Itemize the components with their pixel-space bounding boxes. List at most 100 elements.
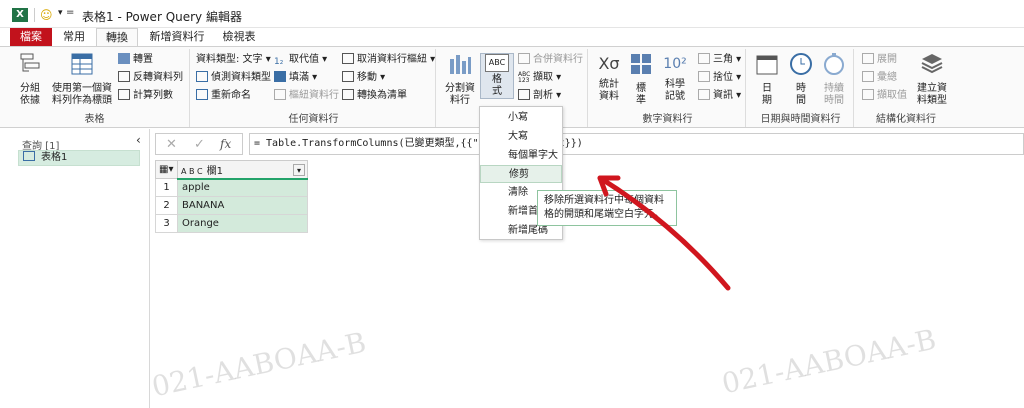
pivot-column-button[interactable]: 樞紐資料行 (274, 89, 339, 103)
merge-columns-button[interactable]: 合併資料行 (518, 53, 583, 67)
info-label: 資訊 (713, 90, 733, 101)
query-item-label: 表格1 (41, 152, 68, 163)
date-button[interactable]: 日 期 (752, 51, 782, 107)
transpose-button[interactable]: 轉置 (118, 53, 153, 67)
customize-toolbar-icon[interactable]: = (66, 7, 74, 18)
row-number: 3 (155, 214, 178, 233)
pivot-label: 樞紐資料行 (289, 90, 339, 101)
extract-values-button[interactable]: 擷取值 (862, 89, 907, 103)
create-data-type-label: 建立資 料類型 (917, 83, 947, 106)
menu-item-trim[interactable]: 修剪 (480, 165, 562, 183)
formula-bar: ✕ ✓ fx = Table.TransformColumns(已變更類型,{{… (155, 133, 1024, 155)
any-column-group-label: 任何資料行 (288, 114, 339, 125)
split-column-button[interactable]: 分割資 料行 (442, 51, 478, 107)
menu-item-capitalize[interactable]: 每個單字大寫 (480, 147, 562, 179)
confirm-icon[interactable]: ✓ (194, 137, 205, 152)
convert-list-icon (342, 89, 354, 100)
standard-button[interactable]: 標 準 (626, 51, 656, 107)
duration-button[interactable]: 持續 時間 (818, 51, 850, 107)
column-header[interactable]: A B C 欄1 ▾ (177, 160, 308, 180)
smiley-feedback-icon[interactable]: ☺ (40, 8, 53, 22)
window-title: 表格1 - Power Query 編輯器 (82, 10, 242, 24)
expand-button[interactable]: 展開 (862, 53, 897, 67)
convert-to-list-button[interactable]: 轉換為清單 (342, 89, 407, 103)
parse-label: 剖析 (533, 90, 553, 101)
split-column-label: 分割資 料行 (445, 83, 475, 106)
parse-button[interactable]: 剖析 ▾ (518, 89, 561, 103)
group-by-button[interactable]: 分組 依據 (14, 51, 46, 107)
scientific-button[interactable]: 10² 科學 記號 (658, 51, 692, 103)
watermark-left: 021-AABOAA-B (148, 325, 369, 404)
table-menu-icon[interactable]: ▦▾ (155, 160, 178, 179)
cancel-icon[interactable]: ✕ (166, 137, 177, 152)
rename-button[interactable]: 重新命名 (196, 89, 251, 103)
text-type-icon[interactable]: A B C (181, 167, 203, 176)
trig-button[interactable]: 三角 ▾ (698, 53, 741, 67)
tab-add-column[interactable]: 新增資料行 (146, 28, 208, 46)
row-number: 1 (155, 178, 178, 197)
expand-label: 展開 (877, 54, 897, 65)
filter-dropdown-icon[interactable]: ▾ (293, 163, 305, 176)
formula-input[interactable]: = Table.TransformColumns(已變更類型,{{"欄1", t}… (249, 133, 1024, 155)
split-column-icon (450, 55, 471, 74)
unpivot-button[interactable]: 取消資料行樞紐 ▾ (342, 53, 435, 67)
calendar-icon (756, 55, 778, 75)
table-row[interactable]: 1 apple (155, 178, 308, 197)
reverse-rows-label: 反轉資料列 (133, 72, 183, 83)
tab-transform[interactable]: 轉換 (96, 28, 138, 46)
format-label: 格 式 (492, 74, 502, 97)
detect-type-label: 偵測資料類型 (211, 72, 271, 83)
merge-columns-icon (518, 53, 530, 64)
extract-button[interactable]: ABC 123 擷取 ▾ (518, 71, 561, 85)
table-row[interactable]: 2 BANANA (155, 196, 308, 215)
pivot-icon (274, 89, 286, 100)
info-button[interactable]: 資訊 ▾ (698, 89, 741, 103)
cell[interactable]: BANANA (177, 196, 308, 215)
table-header-icon (71, 53, 93, 75)
transpose-label: 轉置 (133, 54, 153, 65)
queries-pane: 查詢 [1] ‹ 表格1 (0, 129, 150, 408)
table-row[interactable]: 3 Orange (155, 214, 308, 233)
time-button[interactable]: 時 間 (786, 51, 816, 107)
detect-type-icon (196, 71, 208, 82)
data-type-dropdown[interactable]: 資料類型: 文字 ▾ (196, 53, 271, 67)
unpivot-icon (342, 53, 354, 64)
structured-group-label: 結構化資料行 (876, 114, 936, 125)
rounding-button[interactable]: 捨位 ▾ (698, 71, 741, 85)
annotation-arrow-icon (597, 175, 731, 291)
use-first-row-button[interactable]: 使用第一個資 料列作為標頭 (50, 51, 114, 107)
count-rows-icon (118, 89, 130, 100)
sigma-icon: Χσ (598, 54, 620, 73)
formula-text-left: = Table.TransformColumns(已變更類型,{{"欄1", (254, 138, 507, 149)
menu-item-uppercase[interactable]: 大寫 (480, 128, 562, 146)
rounding-label: 捨位 (713, 72, 733, 83)
expand-icon (862, 53, 874, 64)
move-button[interactable]: 移動 ▾ (342, 71, 385, 85)
parse-icon (518, 89, 530, 100)
cell[interactable]: apple (177, 178, 308, 197)
create-data-type-button[interactable]: 建立資 料類型 (912, 51, 952, 107)
datetime-group-label: 日期與時間資料行 (760, 114, 841, 125)
rename-label: 重新命名 (211, 90, 251, 101)
aggregate-button[interactable]: 彙總 (862, 71, 897, 85)
statistics-button[interactable]: Χσ 統計 資料 (594, 51, 624, 103)
fill-button[interactable]: 填滿 ▾ (274, 71, 317, 85)
tab-home[interactable]: 常用 (56, 28, 92, 46)
extract-label: 擷取 (533, 72, 553, 83)
tab-file[interactable]: 檔案 (10, 28, 52, 46)
menu-item-lowercase[interactable]: 小寫 (480, 109, 562, 127)
count-rows-button[interactable]: 計算列數 (118, 89, 173, 103)
extract-values-icon (862, 89, 874, 100)
data-grid: ▦▾ A B C 欄1 ▾ 1 apple 2 BANANA 3 Orange (155, 160, 308, 233)
detect-type-button[interactable]: 偵測資料類型 (196, 71, 271, 85)
collapse-pane-icon[interactable]: ‹ (136, 133, 141, 147)
format-button[interactable]: ABC 格 式 (480, 53, 514, 99)
function-icon[interactable]: fx (220, 137, 231, 151)
quick-access-dropdown-icon[interactable]: ▾ (58, 8, 63, 18)
query-item[interactable]: 表格1 (18, 150, 140, 166)
tab-view[interactable]: 檢視表 (218, 28, 260, 46)
reverse-rows-button[interactable]: 反轉資料列 (118, 71, 183, 85)
replace-values-button[interactable]: 1₂ 取代值 ▾ (274, 53, 327, 67)
exponent-icon: 10² (663, 56, 687, 72)
cell[interactable]: Orange (177, 214, 308, 233)
